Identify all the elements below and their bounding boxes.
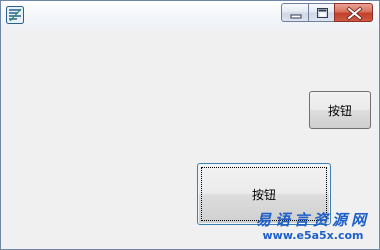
minimize-icon: [290, 14, 302, 19]
button-right[interactable]: 按钮: [309, 91, 371, 129]
button-right-label: 按钮: [327, 103, 352, 118]
close-button[interactable]: [334, 3, 373, 22]
button-focused-label: 按钮: [251, 187, 276, 202]
client-area: 按钮 按钮 易语言资源网 www.e5a5x.com: [1, 28, 379, 249]
app-icon[interactable]: [6, 6, 24, 24]
watermark-url: www.e5a5x.com: [262, 229, 364, 242]
maximize-icon: [317, 8, 328, 18]
app-window: 按钮 按钮 易语言资源网 www.e5a5x.com: [0, 0, 380, 250]
minimize-button[interactable]: [281, 3, 309, 22]
title-bar[interactable]: [1, 1, 379, 28]
maximize-button[interactable]: [308, 3, 335, 22]
caption-buttons: [281, 3, 373, 24]
watermark-title: 易语言资源网: [255, 211, 370, 229]
close-icon: [346, 6, 363, 21]
watermark: 易语言资源网 www.e5a5x.com: [253, 212, 373, 243]
